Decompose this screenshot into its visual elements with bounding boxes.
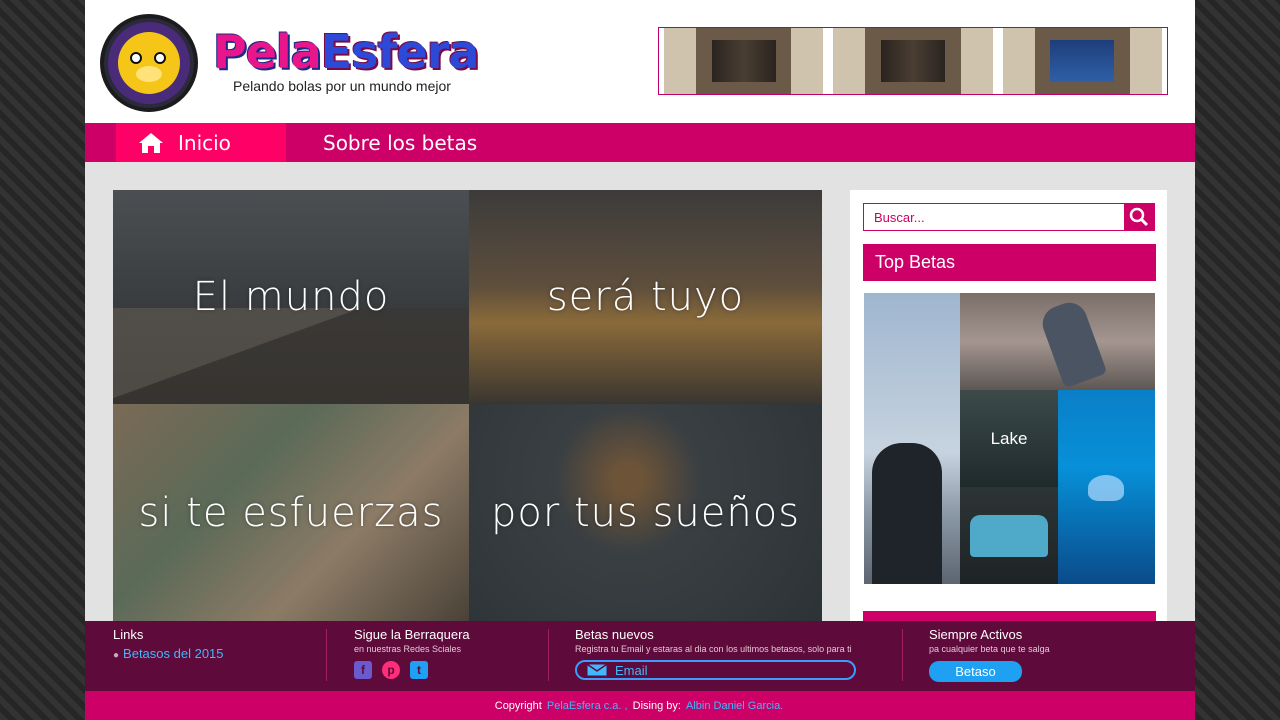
- hero-grid: El mundo será tuyo si te esfuerzas por t…: [113, 190, 822, 621]
- twitter-icon[interactable]: t: [410, 661, 428, 679]
- sidebar-section-header: [863, 611, 1156, 621]
- search-icon: [1129, 207, 1149, 227]
- jake-face-icon: [118, 32, 180, 94]
- footer-links-title: Links: [113, 627, 144, 642]
- footer-divider: [326, 629, 327, 681]
- gallery-image-van[interactable]: [960, 487, 1058, 584]
- search-button[interactable]: [1124, 204, 1154, 230]
- footer-active: Siempre Activos pa cualquier beta que te…: [929, 627, 1050, 682]
- social-links: f p t: [354, 661, 470, 679]
- header: PelaEsfera Pelando bolas por un mundo me…: [85, 0, 1195, 123]
- hero-tile-1[interactable]: El mundo: [113, 190, 469, 404]
- banner-panel-elevator-1: [664, 28, 824, 94]
- hero-tile-2[interactable]: será tuyo: [469, 190, 822, 404]
- footer: Links ● Betasos del 2015 Sigue la Berraqu…: [85, 621, 1195, 691]
- eye-right: [154, 52, 166, 64]
- gallery-image-lake[interactable]: Lake: [960, 390, 1058, 487]
- home-icon: [139, 132, 163, 153]
- facebook-icon[interactable]: f: [354, 661, 372, 679]
- footer-divider: [902, 629, 903, 681]
- page: PelaEsfera Pelando bolas por un mundo me…: [85, 0, 1195, 720]
- nav-item-label: Sobre los betas: [323, 130, 478, 155]
- footer-active-title: Siempre Activos: [929, 627, 1023, 642]
- footer-social-subtitle: en nuestras Redes Sciales: [354, 644, 462, 654]
- copyright-prefix: Copyright: [494, 699, 542, 712]
- sidebar: Top Betas Lake: [850, 190, 1167, 621]
- logo-avatar[interactable]: [100, 14, 198, 112]
- footer-newsletter-subtitle: Registra tu Email y estaras al dia con l…: [575, 644, 852, 654]
- footer-link-betasos-2015[interactable]: ● Betasos del 2015: [113, 646, 224, 661]
- main-nav: Inicio Sobre los betas: [85, 123, 1195, 162]
- nav-item-sobre-los-betas[interactable]: Sobre los betas: [323, 123, 477, 162]
- logo-title-part2: Esfera: [320, 25, 480, 79]
- footer-links: Links ● Betasos del 2015: [113, 627, 224, 661]
- footer-newsletter-title: Betas nuevos: [575, 627, 654, 642]
- snout: [136, 66, 162, 82]
- pinterest-icon[interactable]: p: [382, 661, 400, 679]
- search-input[interactable]: [864, 204, 1124, 230]
- hero-tile-text: será tuyo: [546, 274, 745, 320]
- gallery-image-man-sky[interactable]: [864, 293, 960, 584]
- nav-item-label: Inicio: [178, 130, 231, 155]
- hero-tile-3[interactable]: si te esfuerzas: [113, 404, 469, 621]
- copyright-author-link[interactable]: Albin Daniel Garcia.: [686, 700, 783, 712]
- header-banner[interactable]: [658, 27, 1168, 95]
- footer-social: Sigue la Berraquera en nuestras Redes Sc…: [354, 627, 470, 679]
- top-betas-heading: Top Betas: [863, 244, 1156, 281]
- hero-tile-text: si te esfuerzas: [138, 489, 444, 536]
- footer-newsletter: Betas nuevos Registra tu Email y estaras…: [575, 627, 856, 680]
- footer-link-label: Betasos del 2015: [123, 646, 224, 661]
- hero-tile-text: por tus sueños: [490, 489, 801, 536]
- copyright-bar: Copyright PelaEsfera c.a. , Dising by: A…: [85, 691, 1195, 720]
- banner-panel-elevator-2: [833, 28, 993, 94]
- footer-social-title: Sigue la Berraquera: [354, 627, 470, 642]
- footer-divider: [548, 629, 549, 681]
- gallery-image-jellyfish[interactable]: [1058, 390, 1155, 584]
- banner-panel-elevator-3: [1002, 28, 1162, 94]
- logo-title-part1: Pela: [213, 25, 322, 79]
- top-betas-gallery: Lake: [864, 293, 1155, 584]
- site-tagline: Pelando bolas por un mundo mejor: [233, 78, 451, 94]
- betaso-button[interactable]: Betaso: [929, 661, 1022, 682]
- footer-active-subtitle: pa cualquier beta que te salga: [929, 644, 1050, 654]
- bullet-icon: ●: [113, 650, 120, 661]
- email-placeholder: Email: [615, 662, 648, 678]
- gallery-image-runner[interactable]: [960, 293, 1155, 390]
- eye-left: [130, 52, 142, 64]
- search-box: [863, 203, 1155, 231]
- gallery-image-label: Lake: [990, 428, 1028, 448]
- nav-item-inicio[interactable]: Inicio: [116, 123, 286, 162]
- mail-icon: [587, 664, 607, 676]
- hero-tile-text: El mundo: [192, 274, 390, 320]
- email-field[interactable]: Email: [575, 660, 856, 680]
- site-logo-title[interactable]: PelaEsfera: [213, 25, 480, 79]
- copyright-middle: Dising by:: [632, 699, 681, 712]
- hero-tile-4[interactable]: por tus sueños: [469, 404, 822, 621]
- copyright-site-link[interactable]: PelaEsfera c.a. ,: [547, 700, 628, 712]
